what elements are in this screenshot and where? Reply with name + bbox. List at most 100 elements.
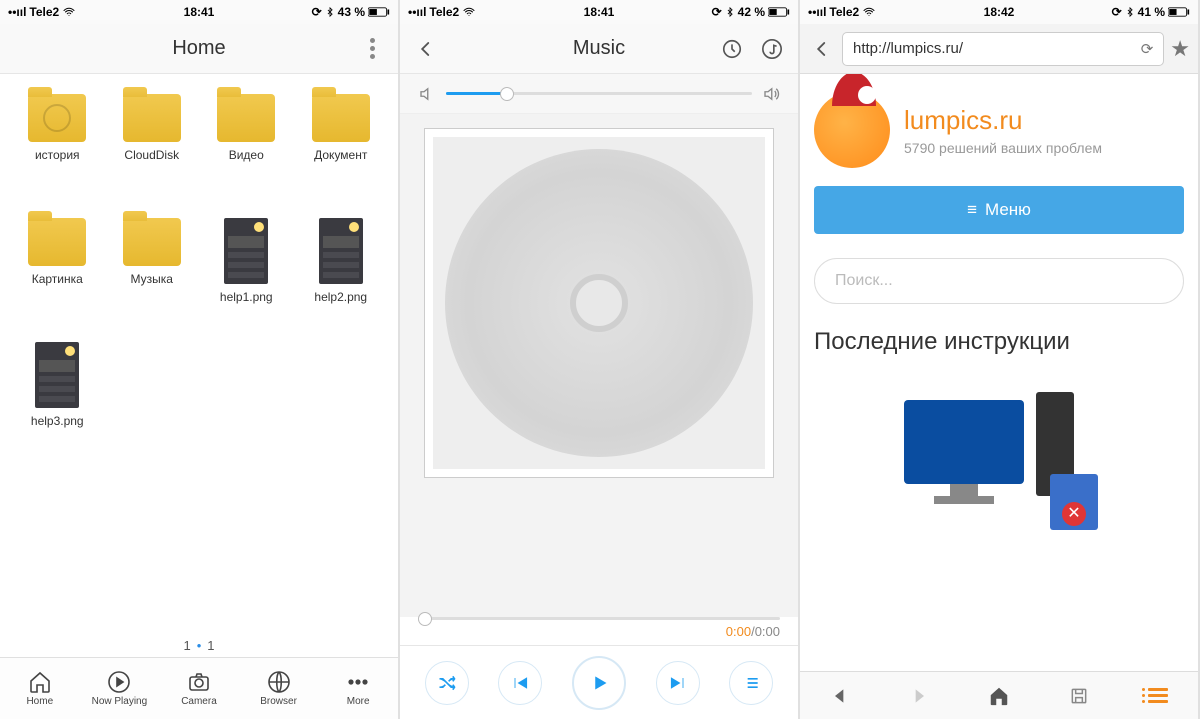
battery-icon	[368, 6, 390, 18]
disc-icon	[445, 149, 753, 457]
signal-icon: ••ııl	[808, 5, 826, 19]
history-icon[interactable]	[718, 35, 746, 63]
music-note-icon[interactable]	[758, 35, 786, 63]
home-screen: ••ııl Tele2 18:41 ⟳ 43 % Home история Cl…	[0, 0, 400, 719]
seek-slider[interactable]	[418, 617, 780, 620]
camera-icon	[187, 670, 211, 694]
page-title: Home	[172, 37, 225, 60]
clock-label: 18:41	[184, 5, 215, 19]
nav-home-button[interactable]	[988, 685, 1010, 707]
reload-icon[interactable]: ⟳	[1141, 40, 1154, 58]
status-bar: ••ııl Tele2 18:41 ⟳ 42 %	[400, 0, 798, 24]
carrier-label: Tele2	[429, 5, 459, 19]
play-circle-icon	[107, 670, 131, 694]
pager: 1•1	[0, 630, 398, 657]
signal-icon: ••ııl	[8, 5, 26, 19]
site-logo	[814, 92, 890, 168]
site-header: lumpics.ru 5790 решений ваших проблем	[814, 84, 1184, 186]
album-area	[400, 114, 798, 617]
browser-toolbar	[800, 671, 1198, 719]
more-icon	[346, 670, 370, 694]
browser-screen: ••ııl Tele2 18:42 ⟳ 41 % http://lumpics.…	[800, 0, 1200, 719]
file-label: help3.png	[31, 414, 84, 428]
home-icon	[28, 670, 52, 694]
nav-back-button[interactable]	[830, 686, 850, 706]
wifi-icon	[62, 6, 76, 18]
globe-icon	[267, 670, 291, 694]
battery-pct: 42 %	[738, 5, 765, 19]
error-icon: ✕	[1062, 502, 1086, 526]
folder-history[interactable]: история	[10, 94, 105, 204]
file-help3[interactable]: help3.png	[10, 342, 105, 452]
section-heading: Последние инструкции	[814, 328, 1184, 356]
prev-button[interactable]	[498, 661, 542, 705]
playlist-button[interactable]	[729, 661, 773, 705]
carrier-label: Tele2	[29, 5, 59, 19]
wifi-icon	[462, 6, 476, 18]
folder-label: Документ	[314, 148, 367, 162]
folder-document[interactable]: Документ	[294, 94, 389, 204]
web-page: lumpics.ru 5790 решений ваших проблем ≡ …	[800, 74, 1198, 671]
bluetooth-icon	[325, 5, 335, 19]
volume-slider[interactable]	[446, 92, 752, 95]
nav-forward-button[interactable]	[909, 686, 929, 706]
search-input[interactable]: Поиск...	[814, 258, 1184, 304]
file-grid: история CloudDisk Видео Документ Картинк…	[0, 74, 398, 630]
menu-button[interactable]: ≡ Меню	[814, 186, 1184, 234]
menu-list-button[interactable]	[1148, 688, 1168, 703]
folder-label: Картинка	[32, 272, 83, 286]
folder-label: CloudDisk	[124, 148, 179, 162]
signal-icon: ••ııl	[408, 5, 426, 19]
time-total: /0:00	[751, 624, 780, 639]
back-button[interactable]	[808, 35, 836, 63]
tab-camera[interactable]: Camera	[159, 658, 239, 719]
clock-label: 18:41	[584, 5, 615, 19]
tab-home[interactable]: Home	[0, 658, 80, 719]
file-help2[interactable]: help2.png	[294, 218, 389, 328]
tab-now-playing[interactable]: Now Playing	[80, 658, 160, 719]
tab-browser[interactable]: Browser	[239, 658, 319, 719]
play-button[interactable]	[572, 656, 626, 710]
save-button[interactable]	[1069, 686, 1089, 706]
tab-bar: Home Now Playing Camera Browser More	[0, 657, 398, 719]
time-current: 0:00	[726, 624, 751, 639]
music-header: Music	[400, 24, 798, 74]
volume-high-icon[interactable]	[762, 85, 780, 103]
folder-music[interactable]: Музыка	[105, 218, 200, 328]
folder-label: Видео	[229, 148, 264, 162]
refresh-icon: ⟳	[312, 5, 322, 19]
status-bar: ••ııl Tele2 18:41 ⟳ 43 %	[0, 0, 398, 24]
clock-label: 18:42	[984, 5, 1015, 19]
tab-more[interactable]: More	[318, 658, 398, 719]
site-subtitle: 5790 решений ваших проблем	[904, 140, 1102, 156]
more-options-icon[interactable]	[358, 35, 386, 63]
folder-video[interactable]: Видео	[199, 94, 294, 204]
page-title: Music	[573, 37, 625, 60]
file-label: help2.png	[314, 290, 367, 304]
battery-icon	[1168, 6, 1190, 18]
file-help1[interactable]: help1.png	[199, 218, 294, 328]
shuffle-button[interactable]	[425, 661, 469, 705]
url-bar: http://lumpics.ru/ ⟳ ★	[800, 24, 1198, 74]
bookmark-star-icon[interactable]: ★	[1170, 36, 1190, 62]
home-header: Home	[0, 24, 398, 74]
album-art	[424, 128, 774, 478]
folder-label: Музыка	[131, 272, 173, 286]
bluetooth-icon	[725, 5, 735, 19]
back-button[interactable]	[412, 35, 440, 63]
url-input[interactable]: http://lumpics.ru/ ⟳	[842, 32, 1164, 66]
hamburger-icon: ≡	[967, 200, 977, 220]
carrier-label: Tele2	[829, 5, 859, 19]
folder-label: история	[35, 148, 80, 162]
file-label: help1.png	[220, 290, 273, 304]
battery-icon	[768, 6, 790, 18]
music-screen: ••ııl Tele2 18:41 ⟳ 42 % Music	[400, 0, 800, 719]
refresh-icon: ⟳	[1112, 5, 1122, 19]
site-name: lumpics.ru	[904, 105, 1102, 136]
folder-picture[interactable]: Картинка	[10, 218, 105, 328]
article-thumbnail[interactable]: ✕	[894, 380, 1104, 530]
bluetooth-icon	[1125, 5, 1135, 19]
volume-low-icon[interactable]	[418, 85, 436, 103]
folder-clouddisk[interactable]: CloudDisk	[105, 94, 200, 204]
next-button[interactable]	[656, 661, 700, 705]
